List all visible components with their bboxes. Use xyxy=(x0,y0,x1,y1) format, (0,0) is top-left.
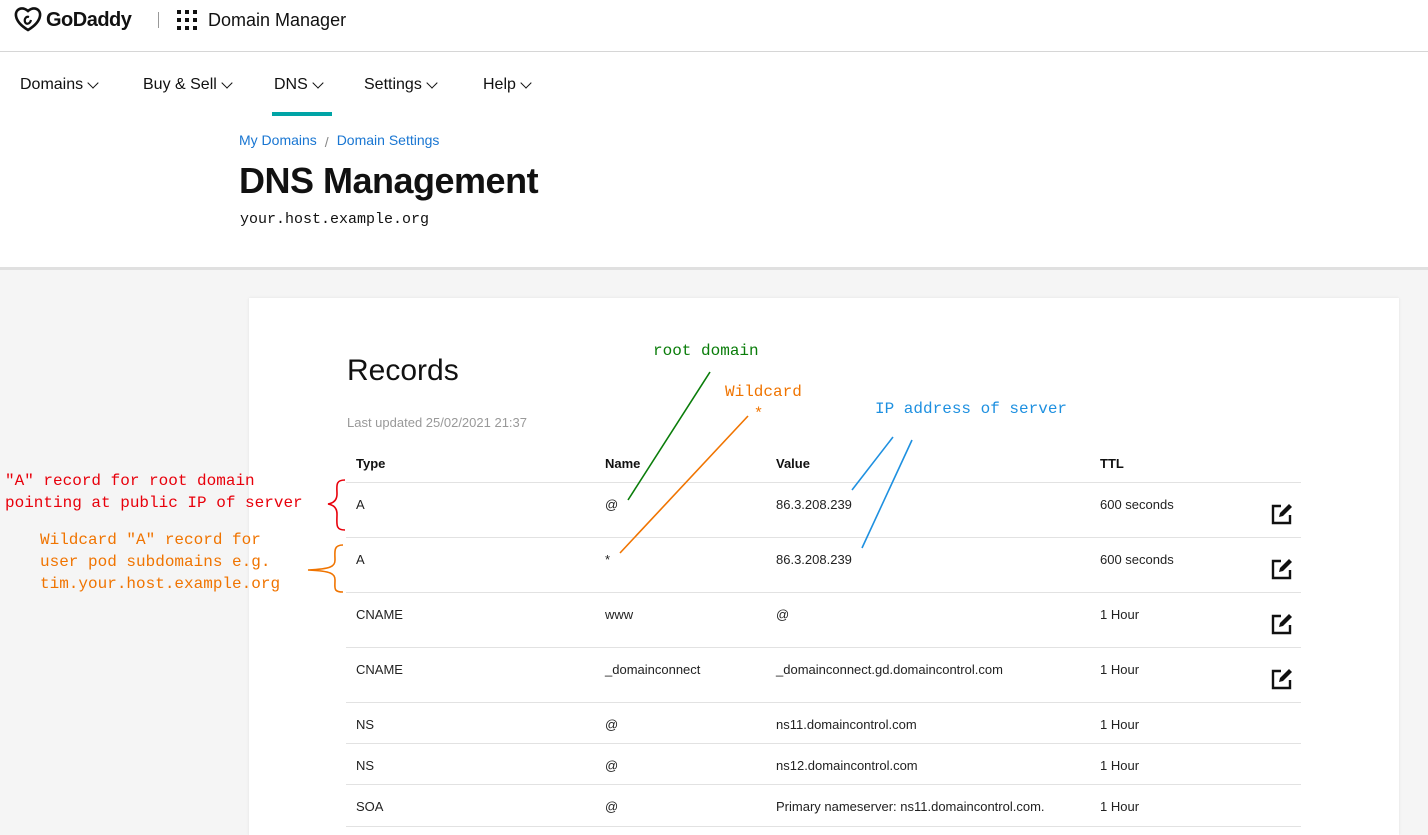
nav-settings-label: Settings xyxy=(364,76,422,93)
record-type: A xyxy=(356,552,365,567)
breadcrumb-my-domains[interactable]: My Domains xyxy=(239,132,317,148)
record-ttl: 1 Hour xyxy=(1100,758,1140,773)
annotation-root-domain: root domain xyxy=(653,342,759,360)
breadcrumb: My Domains / Domain Settings xyxy=(239,132,440,150)
chevron-down-icon xyxy=(221,76,233,89)
record-value: _domainconnect.gd.domaincontrol.com xyxy=(776,662,1003,677)
column-header-value[interactable]: Value xyxy=(776,456,810,471)
annotation-a-record-root: "A" record for root domain pointing at p… xyxy=(5,472,303,512)
record-name: @ xyxy=(605,497,619,512)
record-value: @ xyxy=(776,607,790,622)
edit-icon[interactable] xyxy=(1270,557,1294,581)
column-header-ttl[interactable]: TTL xyxy=(1100,456,1124,471)
nav-settings[interactable]: Settings xyxy=(364,76,438,94)
apps-grid-icon[interactable] xyxy=(177,10,199,32)
records-title: Records xyxy=(347,354,459,387)
record-value: ns11.domaincontrol.com xyxy=(776,717,917,732)
godaddy-logo[interactable]: GoDaddy xyxy=(14,7,132,33)
record-name: _domainconnect xyxy=(605,662,701,677)
last-updated: Last updated 25/02/2021 21:37 xyxy=(347,415,527,430)
record-name: @ xyxy=(605,758,619,773)
record-ttl: 600 seconds xyxy=(1100,497,1174,512)
record-value: Primary nameserver: ns11.domaincontrol.c… xyxy=(776,799,1045,814)
nav-help[interactable]: Help xyxy=(483,76,532,94)
nav-dns-label: DNS xyxy=(274,76,308,93)
logo-text: GoDaddy xyxy=(46,8,132,31)
nav-dns[interactable]: DNS xyxy=(274,76,324,94)
record-value: ns12.domaincontrol.com xyxy=(776,758,918,773)
logo-divider xyxy=(158,12,159,28)
record-ttl: 1 Hour xyxy=(1100,607,1140,622)
chevron-down-icon xyxy=(426,76,438,89)
domain-host: your.host.example.org xyxy=(240,211,430,228)
breadcrumb-domain-settings[interactable]: Domain Settings xyxy=(337,132,440,148)
edit-icon[interactable] xyxy=(1270,667,1294,691)
nav-active-indicator xyxy=(272,112,332,116)
record-type: CNAME xyxy=(356,607,403,622)
annotation-a-record-wildcard: Wildcard "A" record for user pod subdoma… xyxy=(40,531,281,593)
record-ttl: 600 seconds xyxy=(1100,552,1174,567)
app-title: Domain Manager xyxy=(208,10,347,30)
nav-help-label: Help xyxy=(483,76,516,93)
breadcrumb-separator: / xyxy=(324,134,329,150)
annotation-wildcard: Wildcard * xyxy=(725,383,802,423)
top-bar: GoDaddy Domain Manager xyxy=(0,0,1428,52)
record-name: * xyxy=(605,552,611,567)
record-value: 86.3.208.239 xyxy=(776,552,852,567)
record-ttl: 1 Hour xyxy=(1100,717,1140,732)
record-name: www xyxy=(605,607,634,622)
edit-icon[interactable] xyxy=(1270,612,1294,636)
page-title: DNS Management xyxy=(239,160,539,201)
nav-buy-sell[interactable]: Buy & Sell xyxy=(143,76,233,94)
record-ttl: 1 Hour xyxy=(1100,662,1140,677)
record-ttl: 1 Hour xyxy=(1100,799,1140,814)
record-type: CNAME xyxy=(356,662,403,677)
column-header-name[interactable]: Name xyxy=(605,456,640,471)
record-type: SOA xyxy=(356,799,384,814)
chevron-down-icon xyxy=(520,76,532,89)
chevron-down-icon xyxy=(312,76,324,89)
table-row[interactable] xyxy=(346,592,1301,648)
column-header-type[interactable]: Type xyxy=(356,456,385,471)
record-type: NS xyxy=(356,758,375,773)
chevron-down-icon xyxy=(87,76,99,89)
nav-domains-label: Domains xyxy=(20,76,84,93)
record-type: NS xyxy=(356,717,375,732)
record-value: 86.3.208.239 xyxy=(776,497,852,512)
record-name: @ xyxy=(605,799,619,814)
nav-domains[interactable]: Domains xyxy=(20,76,99,94)
godaddy-logo-icon xyxy=(14,7,42,32)
record-type: A xyxy=(356,497,365,512)
annotation-ip-address: IP address of server xyxy=(875,400,1068,418)
nav-buy-sell-label: Buy & Sell xyxy=(143,76,217,93)
record-name: @ xyxy=(605,717,619,732)
edit-icon[interactable] xyxy=(1270,502,1294,526)
